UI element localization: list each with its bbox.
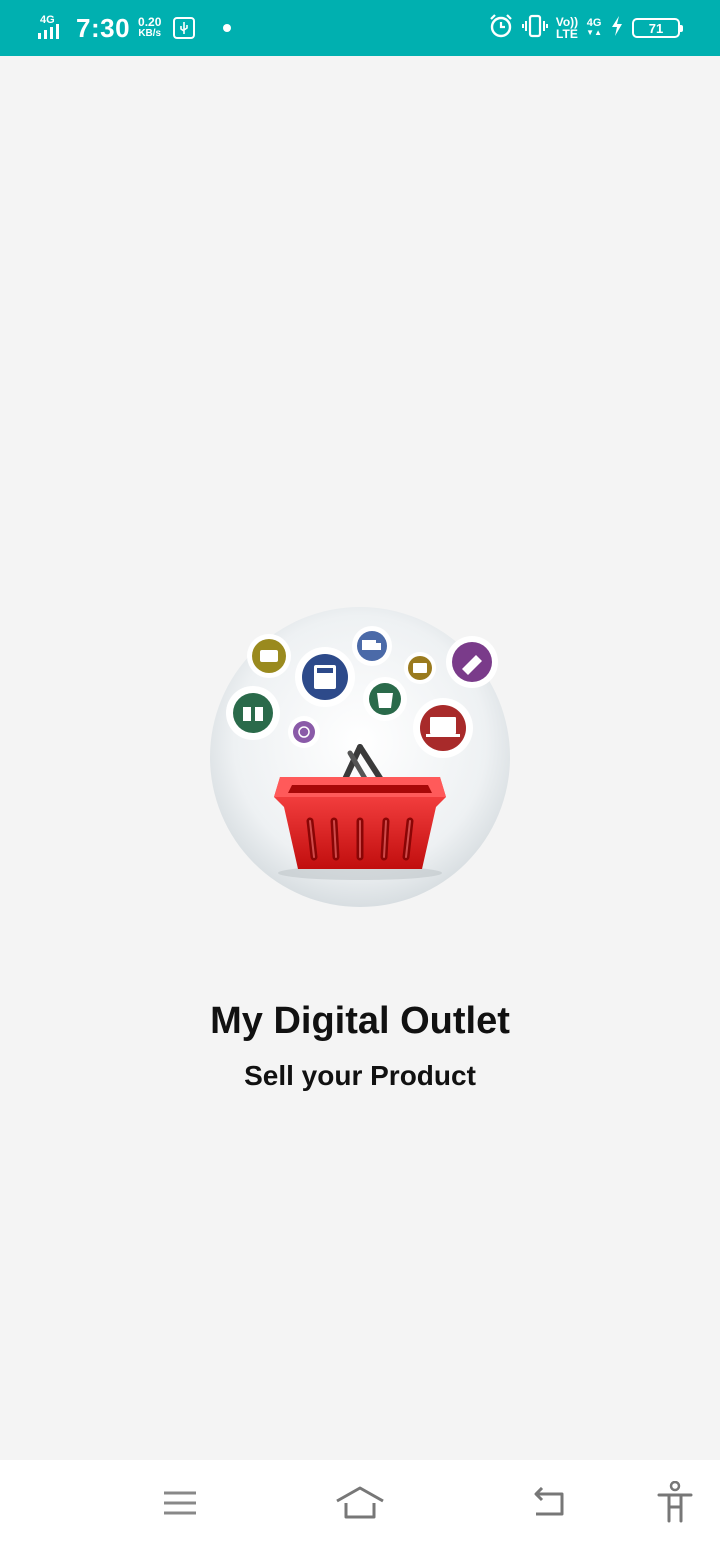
back-icon	[534, 1487, 564, 1516]
tag-icon	[446, 636, 498, 688]
home-button[interactable]	[335, 1478, 385, 1528]
signal-icon: 4G	[38, 13, 72, 43]
navigation-bar	[0, 1460, 720, 1544]
menu-button[interactable]	[155, 1478, 205, 1528]
vibrate-icon	[521, 13, 548, 44]
volte-bottom: LTE	[556, 27, 578, 41]
usb-icon	[173, 17, 196, 39]
wallet-icon	[247, 634, 291, 678]
card-icon	[404, 652, 436, 684]
alarm-icon	[488, 13, 514, 44]
status-bar: 4G 7:30 0.20 KB/s Vo)) LTE 4G ▼▲ 71	[0, 0, 720, 56]
laptop-cart-icon	[413, 698, 473, 758]
calculator-icon	[295, 647, 355, 707]
network-speed: 0.20 KB/s	[138, 15, 162, 39]
battery-level: 71	[648, 20, 664, 36]
delivery-truck-icon	[352, 626, 392, 666]
charging-icon	[610, 15, 624, 42]
clock: 7:30	[76, 12, 131, 43]
notification-dot	[223, 24, 232, 32]
home-icon	[336, 1486, 384, 1519]
battery-icon: 71	[632, 18, 683, 38]
speed-value: 0.20	[138, 15, 162, 29]
mobile-data-indicator: 4G ▼▲	[586, 17, 602, 38]
volte-indicator: Vo)) LTE	[556, 16, 578, 40]
app-title: My Digital Outlet	[210, 1000, 510, 1042]
accessibility-button[interactable]	[650, 1478, 700, 1528]
back-button[interactable]	[523, 1478, 573, 1528]
status-right: Vo)) LTE 4G ▼▲ 71	[488, 12, 683, 44]
gift-icon	[226, 686, 280, 740]
menu-icon	[164, 1491, 196, 1515]
network-right: 4G	[586, 17, 602, 29]
app-subtitle: Sell your Product	[244, 1060, 476, 1091]
phone-icon	[288, 716, 320, 748]
accessibility-icon	[657, 1481, 693, 1523]
shopping-bag-icon	[363, 677, 407, 721]
speed-unit: KB/s	[138, 28, 162, 39]
status-left: 4G 7:30 0.20 KB/s	[38, 10, 232, 46]
app-logo	[210, 607, 510, 907]
